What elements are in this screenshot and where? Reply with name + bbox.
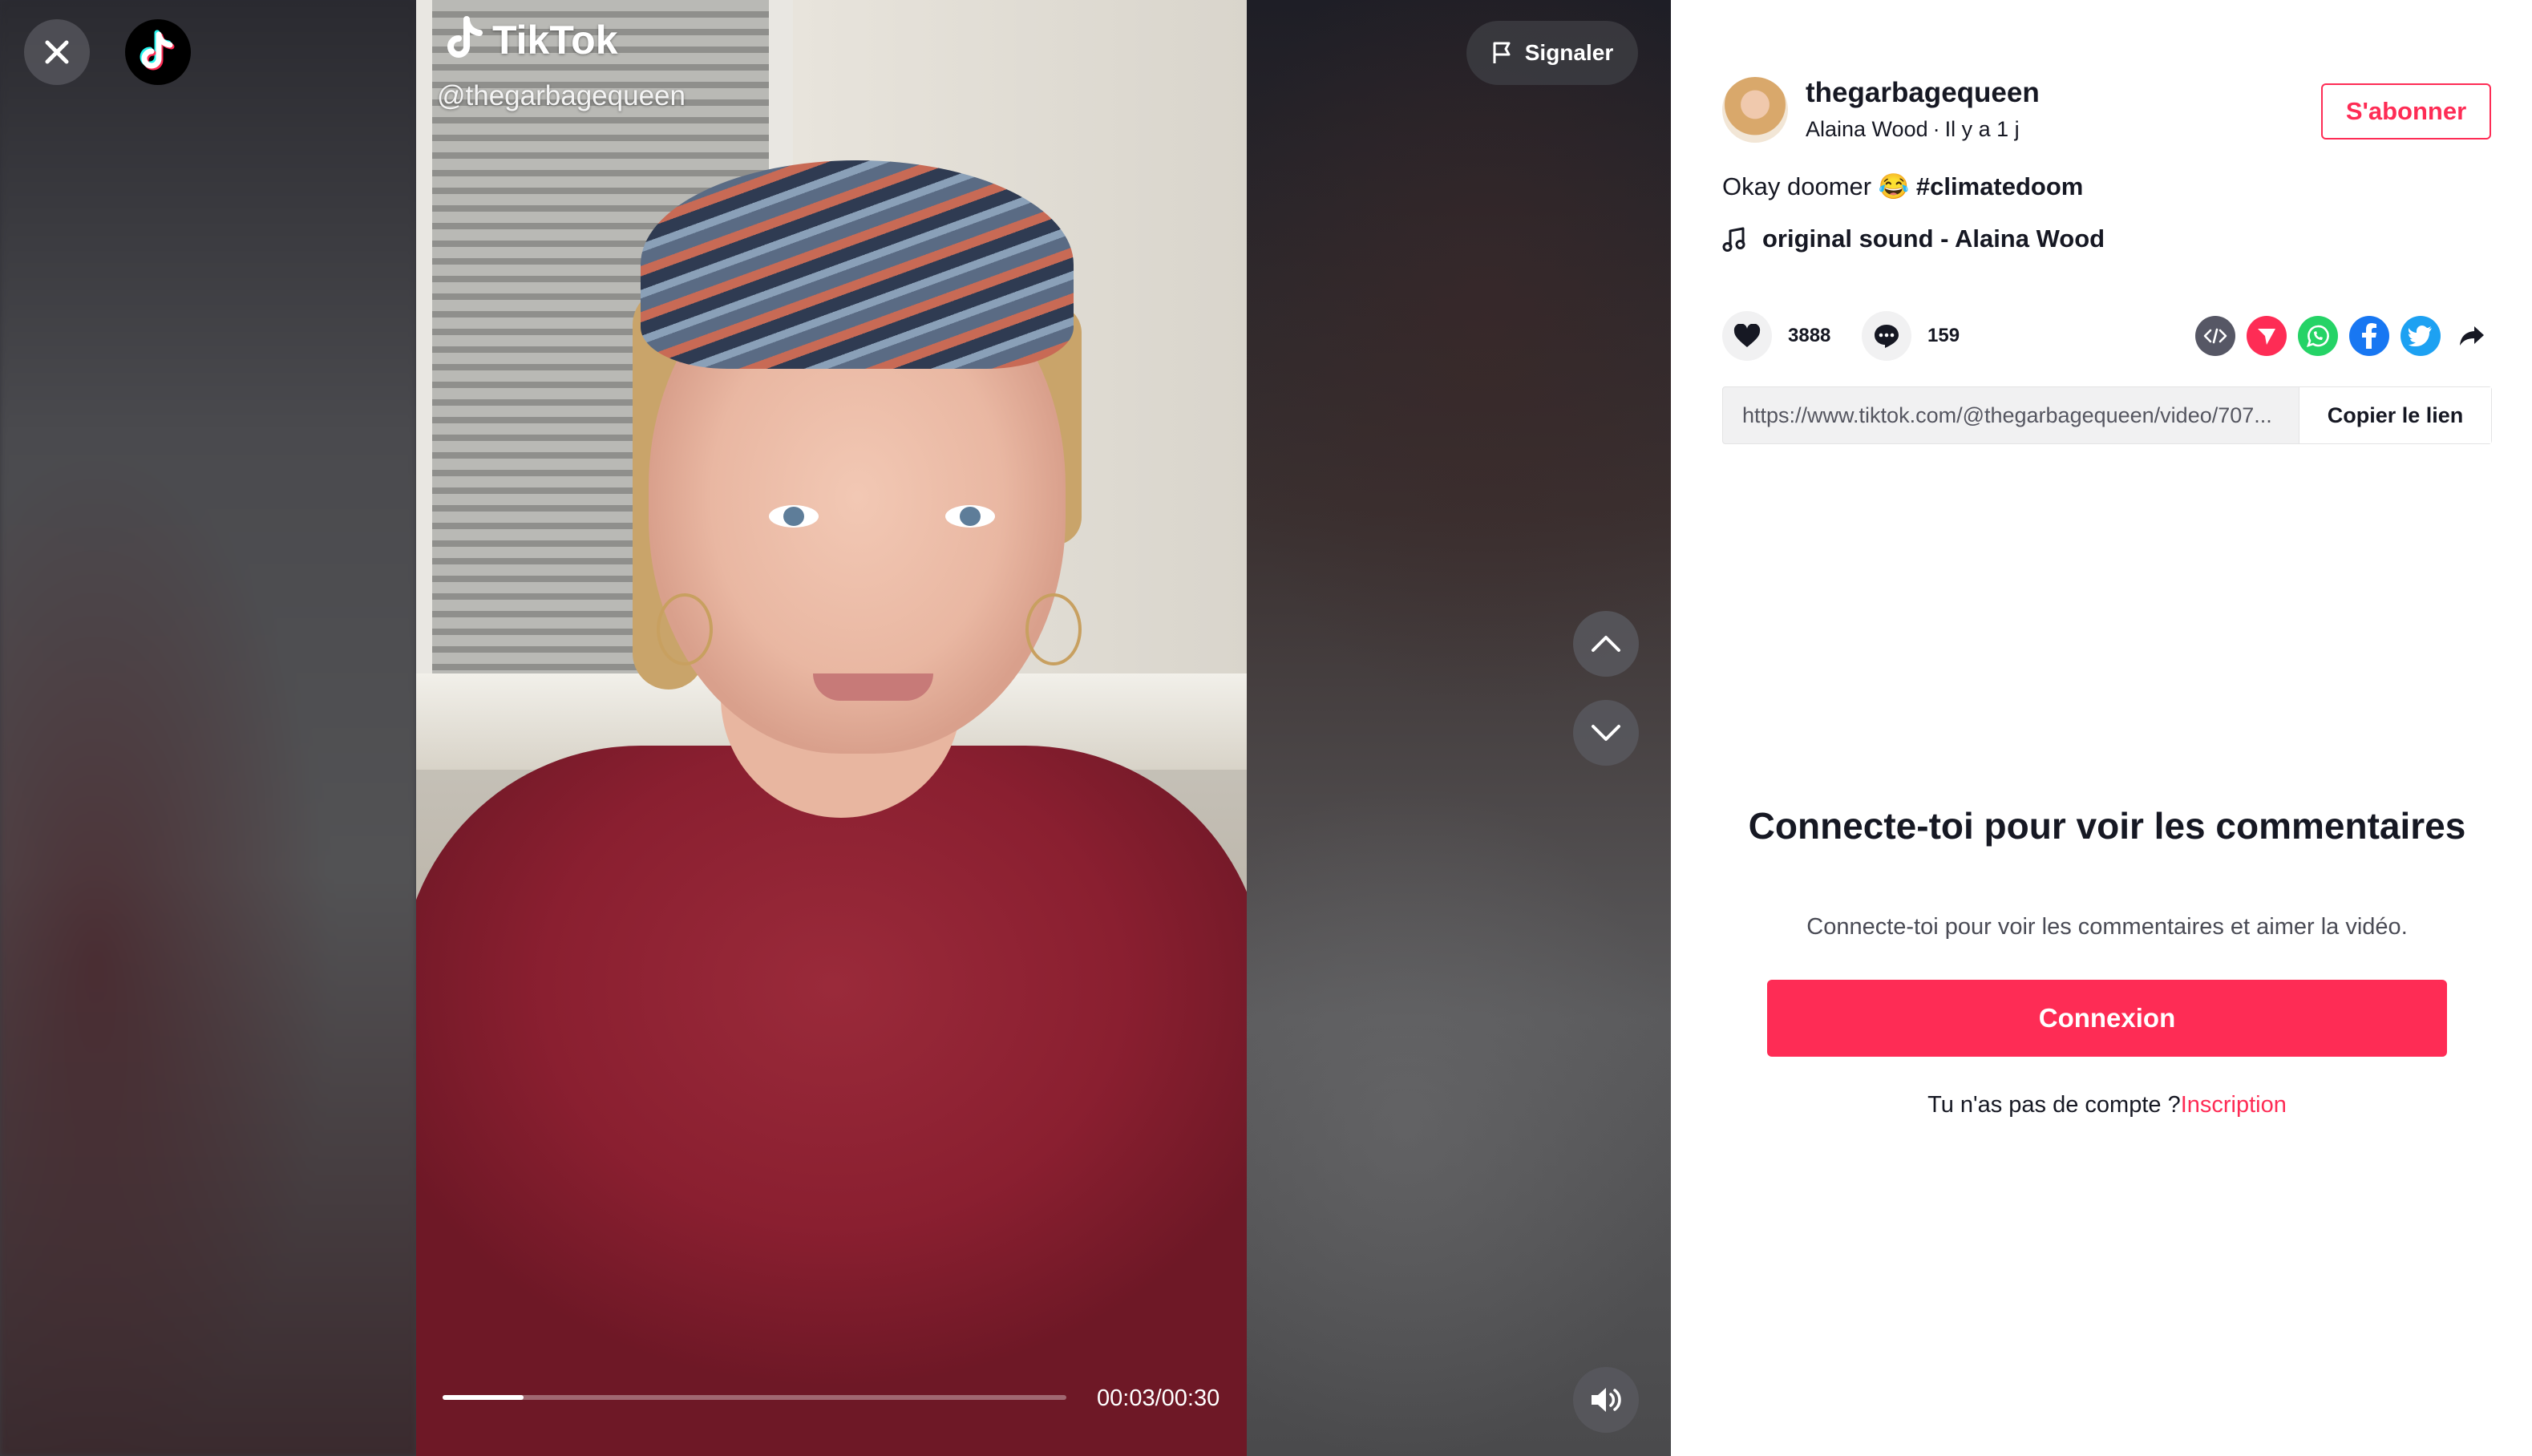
caption-text: Okay doomer 😂 bbox=[1722, 172, 1910, 200]
details-panel: thegarbagequeen Alaina Wood · Il y a 1 j S… bbox=[1671, 0, 2532, 1456]
tiktok-wordmark: TikTok bbox=[492, 18, 618, 63]
chevron-down-icon bbox=[1592, 725, 1620, 741]
video-eye-right bbox=[945, 505, 995, 528]
video-mouth bbox=[813, 673, 933, 701]
video-time: 00:03/00:30 bbox=[1097, 1385, 1220, 1411]
chevron-up-icon bbox=[1592, 636, 1620, 652]
video-progress-fill bbox=[443, 1395, 524, 1400]
flag-icon bbox=[1493, 42, 1511, 63]
paper-plane-icon bbox=[2258, 329, 2275, 345]
video-progress-bar[interactable] bbox=[443, 1395, 1066, 1400]
music-note-icon bbox=[1722, 227, 1745, 252]
report-button[interactable]: Signaler bbox=[1466, 21, 1638, 85]
avatar[interactable] bbox=[1722, 77, 1788, 143]
tiktok-watermark: TikTok bbox=[443, 16, 618, 64]
volume-button[interactable] bbox=[1573, 1367, 1639, 1433]
login-prompt-title: Connecte-toi pour voir les commentaires bbox=[1748, 805, 2466, 847]
subline-separator: · bbox=[1932, 117, 1940, 141]
share-options bbox=[2195, 316, 2492, 356]
tiktok-logo-button[interactable] bbox=[125, 19, 191, 85]
author-username[interactable]: thegarbagequeen bbox=[1806, 77, 2040, 109]
video-frame[interactable] bbox=[416, 0, 1247, 1456]
tiktok-note-icon bbox=[447, 16, 483, 58]
send-to-friends-button[interactable] bbox=[2247, 316, 2287, 356]
watermark-handle: @thegarbagequeen bbox=[437, 80, 686, 111]
tiktok-logo-icon bbox=[140, 30, 175, 71]
copy-link-button[interactable]: Copier le lien bbox=[2299, 387, 2491, 443]
embed-icon bbox=[2203, 328, 2227, 344]
twitter-icon bbox=[2409, 326, 2432, 346]
login-prompt-subtitle: Connecte-toi pour voir les commentaires … bbox=[1806, 914, 2408, 940]
post-date: Il y a 1 j bbox=[1944, 117, 2020, 141]
video-eye-left bbox=[769, 505, 819, 528]
share-whatsapp-button[interactable] bbox=[2298, 316, 2338, 356]
blurred-background-left bbox=[0, 0, 417, 1456]
signup-link[interactable]: Inscription bbox=[2181, 1092, 2287, 1118]
speaker-icon bbox=[1592, 1388, 1621, 1412]
whatsapp-icon bbox=[2306, 325, 2329, 348]
share-arrow-icon bbox=[2460, 326, 2484, 346]
previous-video-button[interactable] bbox=[1573, 611, 1639, 677]
comment-count: 159 bbox=[1927, 325, 1960, 346]
video-link-field[interactable]: https://www.tiktok.com/@thegarbagequeen/… bbox=[1723, 403, 2299, 428]
comment-button[interactable] bbox=[1862, 311, 1911, 361]
author-display-name: Alaina Wood bbox=[1806, 117, 1928, 141]
login-button[interactable]: Connexion bbox=[1767, 980, 2447, 1057]
video-shirt bbox=[416, 746, 1247, 1456]
close-icon bbox=[45, 40, 69, 64]
like-count: 3888 bbox=[1788, 325, 1831, 346]
comment-stat: 159 bbox=[1862, 311, 1960, 361]
signup-prompt: Tu n'as pas de compte ?Inscription bbox=[1722, 1092, 2492, 1118]
facebook-icon bbox=[2362, 323, 2376, 349]
video-earring-left bbox=[657, 593, 713, 665]
video-headband bbox=[641, 160, 1074, 369]
sound-link[interactable]: original sound - Alaina Wood bbox=[1722, 224, 2105, 253]
video-player-area: TikTok @thegarbagequeen 00:03/00:30 Sign… bbox=[0, 0, 1671, 1456]
more-share-button[interactable] bbox=[2452, 316, 2492, 356]
like-stat: 3888 bbox=[1722, 311, 1830, 361]
no-account-text: Tu n'as pas de compte ? bbox=[1927, 1092, 2181, 1118]
post-caption: Okay doomer 😂 #climatedoom bbox=[1722, 172, 2083, 201]
video-earring-right bbox=[1025, 593, 1082, 665]
hashtag-link[interactable]: #climatedoom bbox=[1916, 172, 2083, 200]
share-facebook-button[interactable] bbox=[2349, 316, 2389, 356]
report-label: Signaler bbox=[1524, 40, 1614, 65]
like-button[interactable] bbox=[1722, 311, 1772, 361]
close-button[interactable] bbox=[24, 19, 90, 85]
video-link-box: https://www.tiktok.com/@thegarbagequeen/… bbox=[1722, 386, 2492, 444]
sound-title: original sound - Alaina Wood bbox=[1762, 224, 2105, 253]
follow-button[interactable]: S'abonner bbox=[2321, 83, 2491, 140]
share-twitter-button[interactable] bbox=[2401, 316, 2441, 356]
embed-button[interactable] bbox=[2195, 316, 2235, 356]
next-video-button[interactable] bbox=[1573, 700, 1639, 766]
heart-icon bbox=[1733, 324, 1761, 347]
author-subline: Alaina Wood · Il y a 1 j bbox=[1806, 117, 2020, 142]
comment-bubble-icon bbox=[1875, 325, 1899, 348]
